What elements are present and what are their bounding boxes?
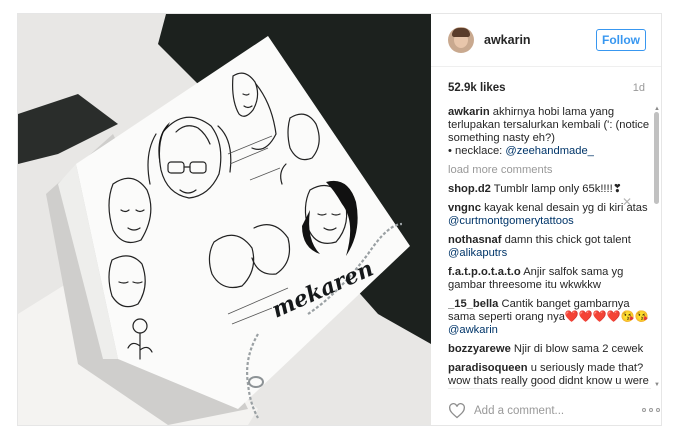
comments-list: awkarin akhirnya hobi lama yang terlupak… — [448, 106, 652, 388]
likes-count[interactable]: 52.9k likes — [448, 82, 506, 94]
list-item: f.a.t.p.o.t.a.t.o Anjir salfok sama yg g… — [448, 266, 652, 292]
load-more-comments[interactable]: load more comments — [448, 164, 652, 177]
comment-mention[interactable]: @awkarin — [448, 324, 498, 336]
post-card: mekaren awkarin Follow 52.9k likes 1d aw… — [17, 13, 662, 426]
comment-username[interactable]: bozzyarewe — [448, 343, 511, 355]
list-item: paradisoqueen u seriously made that? wow… — [448, 362, 652, 388]
scrollbar-thumb[interactable] — [654, 112, 659, 204]
comment-username[interactable]: _15_bella — [448, 298, 498, 310]
post-photo[interactable]: mekaren — [18, 14, 431, 425]
caption: awkarin akhirnya hobi lama yang terlupak… — [448, 106, 652, 158]
post-side-panel: awkarin Follow 52.9k likes 1d awkarin ak… — [431, 14, 661, 425]
close-icon[interactable]: ✕ — [622, 196, 632, 208]
comment-mention[interactable]: @alikaputrs — [448, 247, 507, 259]
caption-mention[interactable]: @zeehandmade_ — [505, 145, 594, 157]
comment-text: Tumblr lamp only 65k!!!!❣ — [493, 183, 623, 195]
comment-username[interactable]: paradisoqueen — [448, 362, 528, 374]
list-item: _15_bella Cantik banget gambarnya sama s… — [448, 298, 652, 337]
scroll-down-arrow-icon[interactable]: ▼ — [654, 382, 660, 388]
photo-illustration: mekaren — [18, 14, 431, 425]
username-link[interactable]: awkarin — [484, 33, 531, 47]
post-timestamp[interactable]: 1d — [633, 82, 645, 94]
avatar[interactable] — [448, 27, 474, 53]
caption-line2: • necklace: — [448, 145, 506, 157]
comment-username[interactable]: vngnc — [448, 202, 481, 214]
comment-username[interactable]: nothasnaf — [448, 234, 501, 246]
comment-username[interactable]: shop.d2 — [448, 183, 491, 195]
list-item: nothasnaf damn this chick got talent @al… — [448, 234, 652, 260]
more-options-icon[interactable] — [642, 408, 662, 414]
comment-mention[interactable]: @curtmontgomerytattoos — [448, 215, 574, 227]
comment-input[interactable] — [474, 401, 604, 421]
comment-username[interactable]: f.a.t.p.o.t.a.t.o — [448, 266, 521, 278]
post-header: awkarin Follow — [431, 14, 661, 67]
comment-text: damn this chick got talent — [504, 234, 631, 246]
list-item: bozzyarewe Njir di blow sama 2 cewek — [448, 343, 652, 356]
avatar-hair — [452, 28, 470, 37]
caption-username[interactable]: awkarin — [448, 106, 490, 118]
heart-icon[interactable] — [448, 403, 466, 419]
comments-scrollbar[interactable]: ▲ ▼ — [654, 106, 660, 388]
follow-button[interactable]: Follow — [596, 29, 646, 51]
comment-footer — [448, 388, 660, 425]
comment-text: Njir di blow sama 2 cewek — [513, 343, 644, 355]
